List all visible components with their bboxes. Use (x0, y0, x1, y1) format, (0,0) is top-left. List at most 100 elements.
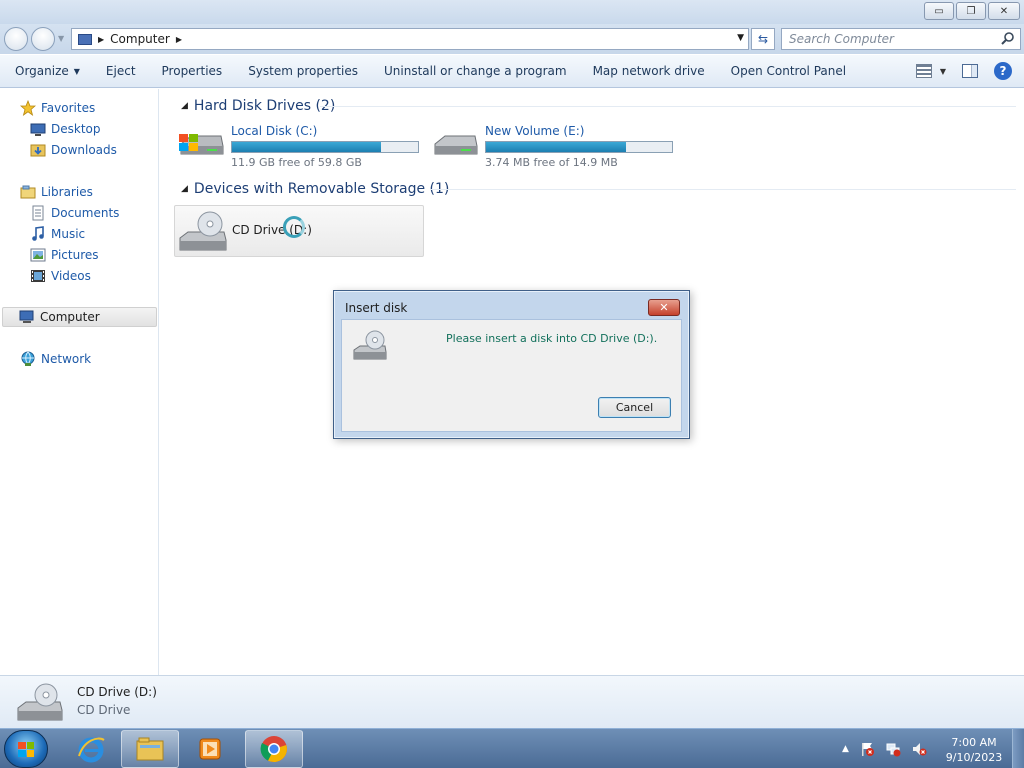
libraries-icon (20, 184, 36, 200)
local-disk-icon (179, 134, 224, 155)
removable-group-label: Devices with Removable Storage (1) (193, 181, 450, 197)
close-button[interactable]: ✕ (988, 2, 1020, 20)
chrome-icon (260, 736, 287, 763)
drive-item-c[interactable]: Local Disk (C:) 11.9 GB free of 59.8 GB (177, 124, 419, 169)
drive-free-space: 3.74 MB free of 14.9 MB (485, 156, 618, 169)
sidebar-item-desktop[interactable]: Desktop (30, 119, 101, 139)
sidebar-item-label: Libraries (41, 185, 93, 199)
clock-time: 7:00 AM (951, 736, 997, 749)
videos-icon (30, 268, 46, 284)
minimize-button[interactable]: ▭ (924, 2, 954, 20)
drive-usage-fill (232, 142, 381, 152)
window-titlebar: ▭ ❐ ✕ (0, 0, 1024, 24)
map-network-drive-button[interactable]: Map network drive (582, 55, 716, 88)
sidebar-item-computer[interactable]: Computer (2, 307, 157, 327)
computer-icon (78, 33, 92, 45)
taskbar-clock[interactable]: 7:00 AM 9/10/2023 (944, 735, 1004, 765)
hdd-group-header[interactable]: ◢ Hard Disk Drives (2) (181, 98, 335, 114)
internet-explorer-icon (78, 737, 105, 763)
navigation-pane: Favorites Desktop Downloads Libraries Do… (0, 89, 159, 675)
breadcrumb-computer[interactable]: Computer (110, 32, 170, 46)
sidebar-item-label: Downloads (51, 143, 117, 157)
sidebar-item-downloads[interactable]: Downloads (30, 140, 117, 160)
show-hidden-icons-icon[interactable]: ▲ (842, 744, 849, 754)
recent-pages-chevron-icon[interactable]: ▼ (58, 34, 64, 43)
cd-drive-icon (17, 683, 63, 721)
drive-item-e[interactable]: New Volume (E:) 3.74 MB free of 14.9 MB (431, 124, 673, 169)
start-button[interactable] (4, 730, 48, 768)
breadcrumb-arrow-icon[interactable]: ▶ (176, 35, 182, 44)
sidebar-item-label: Pictures (51, 248, 99, 262)
details-pane: CD Drive (D:) CD Drive (0, 675, 1024, 728)
sidebar-item-pictures[interactable]: Pictures (30, 245, 99, 265)
sidebar-item-favorites[interactable]: Favorites (20, 98, 95, 118)
properties-button[interactable]: Properties (151, 55, 234, 88)
preview-pane-icon[interactable] (962, 64, 978, 78)
sidebar-item-label: Desktop (51, 122, 101, 136)
details-item-name: CD Drive (D:) (77, 685, 157, 699)
drive-usage-bar (485, 141, 673, 153)
maximize-button[interactable]: ❐ (956, 2, 986, 20)
sidebar-item-libraries[interactable]: Libraries (20, 182, 93, 202)
cancel-button[interactable]: Cancel (598, 397, 671, 418)
drive-name: New Volume (E:) (485, 124, 585, 138)
view-controls: ▼ ? (915, 62, 1012, 80)
drive-name: Local Disk (C:) (231, 124, 318, 138)
address-bar[interactable]: ▶ Computer ▶ ▼ (71, 28, 749, 50)
eject-button[interactable]: Eject (95, 55, 147, 88)
music-icon (30, 226, 46, 242)
taskbar-media-player[interactable] (182, 730, 240, 768)
sidebar-item-videos[interactable]: Videos (30, 266, 91, 286)
sidebar-item-documents[interactable]: Documents (30, 203, 119, 223)
sidebar-item-label: Music (51, 227, 86, 241)
dialog-message: Please insert a disk into CD Drive (D:). (446, 332, 658, 345)
group-divider (320, 106, 1016, 107)
taskbar-windows-explorer[interactable] (121, 730, 179, 768)
downloads-folder-icon (30, 142, 46, 158)
windows-logo-icon (18, 742, 34, 757)
taskbar: ▲ 7:00 AM 9/10/2023 (0, 728, 1024, 768)
forward-button[interactable] (31, 27, 55, 51)
open-control-panel-button[interactable]: Open Control Panel (720, 55, 857, 88)
organize-button[interactable]: Organize ▼ (4, 55, 91, 88)
volume-muted-icon[interactable] (911, 741, 927, 757)
clock-date: 9/10/2023 (945, 751, 1003, 764)
sidebar-item-label: Videos (51, 269, 91, 283)
taskbar-chrome[interactable] (245, 730, 303, 768)
network-icon (20, 351, 36, 367)
dialog-close-button[interactable]: ✕ (648, 299, 680, 316)
drive-info: Local Disk (C:) 11.9 GB free of 59.8 GB (231, 124, 419, 169)
cd-drive-tile[interactable]: CD Drive (D:) (174, 205, 424, 257)
sidebar-item-label: Documents (51, 206, 120, 220)
change-view-button[interactable]: ▼ (915, 64, 946, 78)
search-input[interactable]: Search Computer (781, 28, 1021, 50)
uninstall-program-button[interactable]: Uninstall or change a program (373, 55, 578, 88)
search-placeholder: Search Computer (789, 32, 894, 46)
organize-label: Organize (15, 64, 69, 78)
address-dropdown-icon[interactable]: ▼ (737, 33, 744, 43)
back-button[interactable] (4, 27, 28, 51)
taskbar-internet-explorer[interactable] (62, 730, 120, 768)
show-desktop-button[interactable] (1012, 729, 1024, 768)
hdd-group-label: Hard Disk Drives (2) (193, 98, 336, 114)
refresh-button[interactable]: ⇆ (751, 28, 775, 50)
sidebar-item-network[interactable]: Network (20, 349, 91, 369)
breadcrumb-arrow-icon[interactable]: ▶ (98, 35, 104, 44)
busy-cursor-icon (283, 216, 305, 238)
network-status-icon[interactable] (885, 741, 901, 757)
chevron-down-icon: ▼ (939, 66, 946, 76)
sidebar-item-music[interactable]: Music (30, 224, 85, 244)
removable-group-header[interactable]: ◢ Devices with Removable Storage (1) (181, 181, 449, 197)
sidebar-item-label: Network (41, 352, 92, 366)
help-icon[interactable]: ? (994, 62, 1012, 80)
collapse-triangle-icon[interactable]: ◢ (181, 101, 188, 111)
hard-drive-icon (434, 135, 478, 155)
action-center-flag-icon[interactable] (859, 741, 875, 757)
details-item-type: CD Drive (77, 703, 131, 717)
system-properties-button[interactable]: System properties (237, 55, 369, 88)
search-icon[interactable] (1000, 31, 1016, 47)
collapse-triangle-icon[interactable]: ◢ (181, 184, 188, 194)
cd-drive-icon (179, 211, 227, 251)
view-icon (915, 64, 932, 78)
address-row: ▼ ▶ Computer ▶ ▼ ⇆ Search Computer (0, 24, 1024, 54)
